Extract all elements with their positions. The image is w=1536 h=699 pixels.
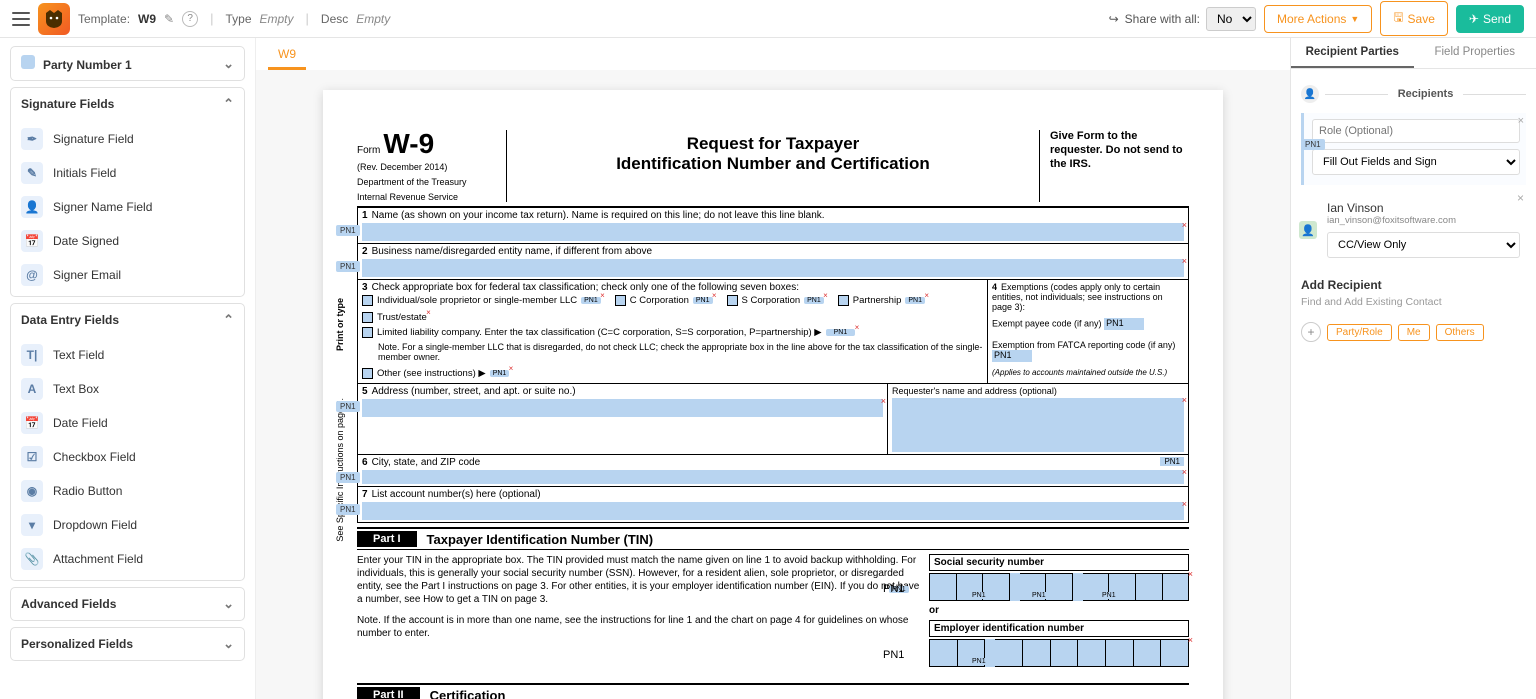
- signature-fields-header[interactable]: Signature Fields ⌃: [11, 88, 244, 120]
- avatar-icon: 👤: [1299, 221, 1317, 239]
- recipient-card-1: × PN1 Fill Out Fields and Sign: [1301, 113, 1526, 185]
- remove-recipient-icon[interactable]: ×: [1518, 115, 1524, 127]
- role-input[interactable]: [1312, 119, 1520, 143]
- attachment-field-item[interactable]: 📎Attachment Field: [11, 542, 244, 576]
- tab-recipient-parties[interactable]: Recipient Parties: [1291, 38, 1414, 68]
- signature-icon: ✒: [21, 128, 43, 150]
- document-tab-w9[interactable]: W9: [268, 41, 306, 70]
- field-name[interactable]: PN1×: [362, 223, 1184, 241]
- add-recipient-heading: Add Recipient: [1301, 278, 1526, 292]
- role-select-2[interactable]: CC/View Only: [1327, 232, 1520, 258]
- chip-me[interactable]: Me: [1398, 324, 1430, 341]
- dropdown-field-item[interactable]: ▾Dropdown Field: [11, 508, 244, 542]
- calendar-icon: 📅: [21, 412, 43, 434]
- chk-other[interactable]: Other (see instructions) ▶PN1×: [362, 368, 509, 379]
- text-field-item[interactable]: T|Text Field: [11, 338, 244, 372]
- checkbox-icon: ☑: [21, 446, 43, 468]
- fields-sidebar: Party Number 1 ⌄ Signature Fields ⌃ ✒Sig…: [0, 38, 256, 699]
- dropdown-icon: ▾: [21, 514, 43, 536]
- chk-trust[interactable]: Trust/estate×: [362, 312, 427, 323]
- document-tabs: W9: [256, 38, 1290, 70]
- save-button[interactable]: 🖫Save: [1380, 1, 1448, 36]
- template-name: W9: [138, 12, 156, 26]
- app-logo[interactable]: [38, 3, 70, 35]
- save-icon: 🖫: [1393, 8, 1403, 29]
- party-selector[interactable]: Party Number 1 ⌄: [11, 47, 244, 80]
- personalized-fields-header[interactable]: Personalized Fields ⌄: [11, 628, 244, 660]
- calendar-icon: 📅: [21, 230, 43, 252]
- text-box-item[interactable]: AText Box: [11, 372, 244, 406]
- type-label: Type: [225, 12, 251, 26]
- initials-field-item[interactable]: ✎Initials Field: [11, 156, 244, 190]
- document-canvas: W9 Form W-9 (Rev. December 2014) Departm…: [256, 38, 1290, 699]
- edit-name-icon[interactable]: ✎: [164, 12, 174, 26]
- chevron-down-icon: ⌄: [223, 596, 234, 612]
- menu-icon[interactable]: [12, 12, 30, 26]
- desc-value: Empty: [356, 12, 390, 26]
- person-icon: 👤: [1301, 85, 1319, 103]
- data-entry-fields-header[interactable]: Data Entry Fields ⌃: [11, 304, 244, 336]
- chevron-up-icon: ⌃: [223, 312, 234, 328]
- field-ssn[interactable]: PN1 PN1 PN1 PN1 PN1 ×: [929, 573, 1189, 601]
- role-select[interactable]: Fill Out Fields and Sign: [1312, 149, 1520, 175]
- signer-name-field-item[interactable]: 👤Signer Name Field: [11, 190, 244, 224]
- field-exempt-code[interactable]: PN1: [1104, 318, 1144, 330]
- chk-individual[interactable]: Individual/sole proprietor or single-mem…: [362, 295, 601, 306]
- text-box-icon: A: [21, 378, 43, 400]
- template-label: Template:: [78, 12, 130, 26]
- share-icon: ↪: [1109, 12, 1119, 26]
- date-field-item[interactable]: 📅Date Field: [11, 406, 244, 440]
- field-fatca-code[interactable]: PN1: [992, 350, 1032, 362]
- chk-llc[interactable]: Limited liability company. Enter the tax…: [362, 327, 855, 338]
- field-requester[interactable]: ×: [892, 398, 1184, 452]
- field-address[interactable]: PN1×: [362, 399, 883, 417]
- text-field-icon: T|: [21, 344, 43, 366]
- chk-partnership[interactable]: PartnershipPN1×: [838, 295, 925, 306]
- signer-email-item[interactable]: @Signer Email: [11, 258, 244, 292]
- checkbox-field-item[interactable]: ☑Checkbox Field: [11, 440, 244, 474]
- find-contact-link[interactable]: Find and Add Existing Contact: [1301, 296, 1526, 308]
- radio-button-item[interactable]: ◉Radio Button: [11, 474, 244, 508]
- advanced-fields-header[interactable]: Advanced Fields ⌄: [11, 588, 244, 620]
- add-recipient-button[interactable]: +: [1301, 322, 1321, 342]
- field-business[interactable]: PN1×: [362, 259, 1184, 277]
- chevron-down-icon: ⌄: [223, 56, 234, 72]
- right-panel: Recipient Parties Field Properties 👤 Rec…: [1290, 38, 1536, 699]
- desc-label: Desc: [321, 12, 348, 26]
- delete-field-icon[interactable]: ×: [1182, 220, 1187, 230]
- remove-recipient-icon[interactable]: ×: [1517, 191, 1524, 205]
- more-actions-button[interactable]: More Actions▼: [1264, 5, 1372, 33]
- party-color-chip: [21, 55, 35, 69]
- chevron-down-icon: ⌄: [223, 636, 234, 652]
- chk-ccorp[interactable]: C CorporationPN1×: [615, 295, 713, 306]
- radio-icon: ◉: [21, 480, 43, 502]
- field-account[interactable]: PN1×: [362, 502, 1184, 520]
- attachment-icon: 📎: [21, 548, 43, 570]
- tab-field-properties[interactable]: Field Properties: [1414, 38, 1536, 68]
- share-select[interactable]: No: [1206, 7, 1256, 31]
- initials-icon: ✎: [21, 162, 43, 184]
- top-bar: Template: W9 ✎ ? | Type Empty | Desc Emp…: [0, 0, 1536, 38]
- send-icon: ✈: [1469, 12, 1479, 26]
- document-viewport[interactable]: Form W-9 (Rev. December 2014) Department…: [256, 70, 1290, 699]
- email-icon: @: [21, 264, 43, 286]
- chip-party-role[interactable]: Party/Role: [1327, 324, 1392, 341]
- delete-field-icon[interactable]: ×: [1182, 256, 1187, 266]
- chevron-up-icon: ⌃: [223, 96, 234, 112]
- help-icon[interactable]: ?: [182, 11, 198, 27]
- send-button[interactable]: ✈Send: [1456, 5, 1524, 33]
- document-page[interactable]: Form W-9 (Rev. December 2014) Department…: [323, 90, 1223, 699]
- date-signed-item[interactable]: 📅Date Signed: [11, 224, 244, 258]
- person-icon: 👤: [21, 196, 43, 218]
- chk-scorp[interactable]: S CorporationPN1×: [727, 295, 824, 306]
- signature-field-item[interactable]: ✒Signature Field: [11, 122, 244, 156]
- field-ein[interactable]: PN1 PN1 ×: [929, 639, 1189, 667]
- type-value: Empty: [260, 12, 294, 26]
- chip-others[interactable]: Others: [1436, 324, 1484, 341]
- recipient-card-2: × 👤 Ian Vinson ian_vinson@foxitsoftware.…: [1301, 195, 1526, 268]
- share-with-all: ↪ Share with all: No: [1109, 7, 1256, 31]
- field-city[interactable]: PN1×: [362, 470, 1184, 484]
